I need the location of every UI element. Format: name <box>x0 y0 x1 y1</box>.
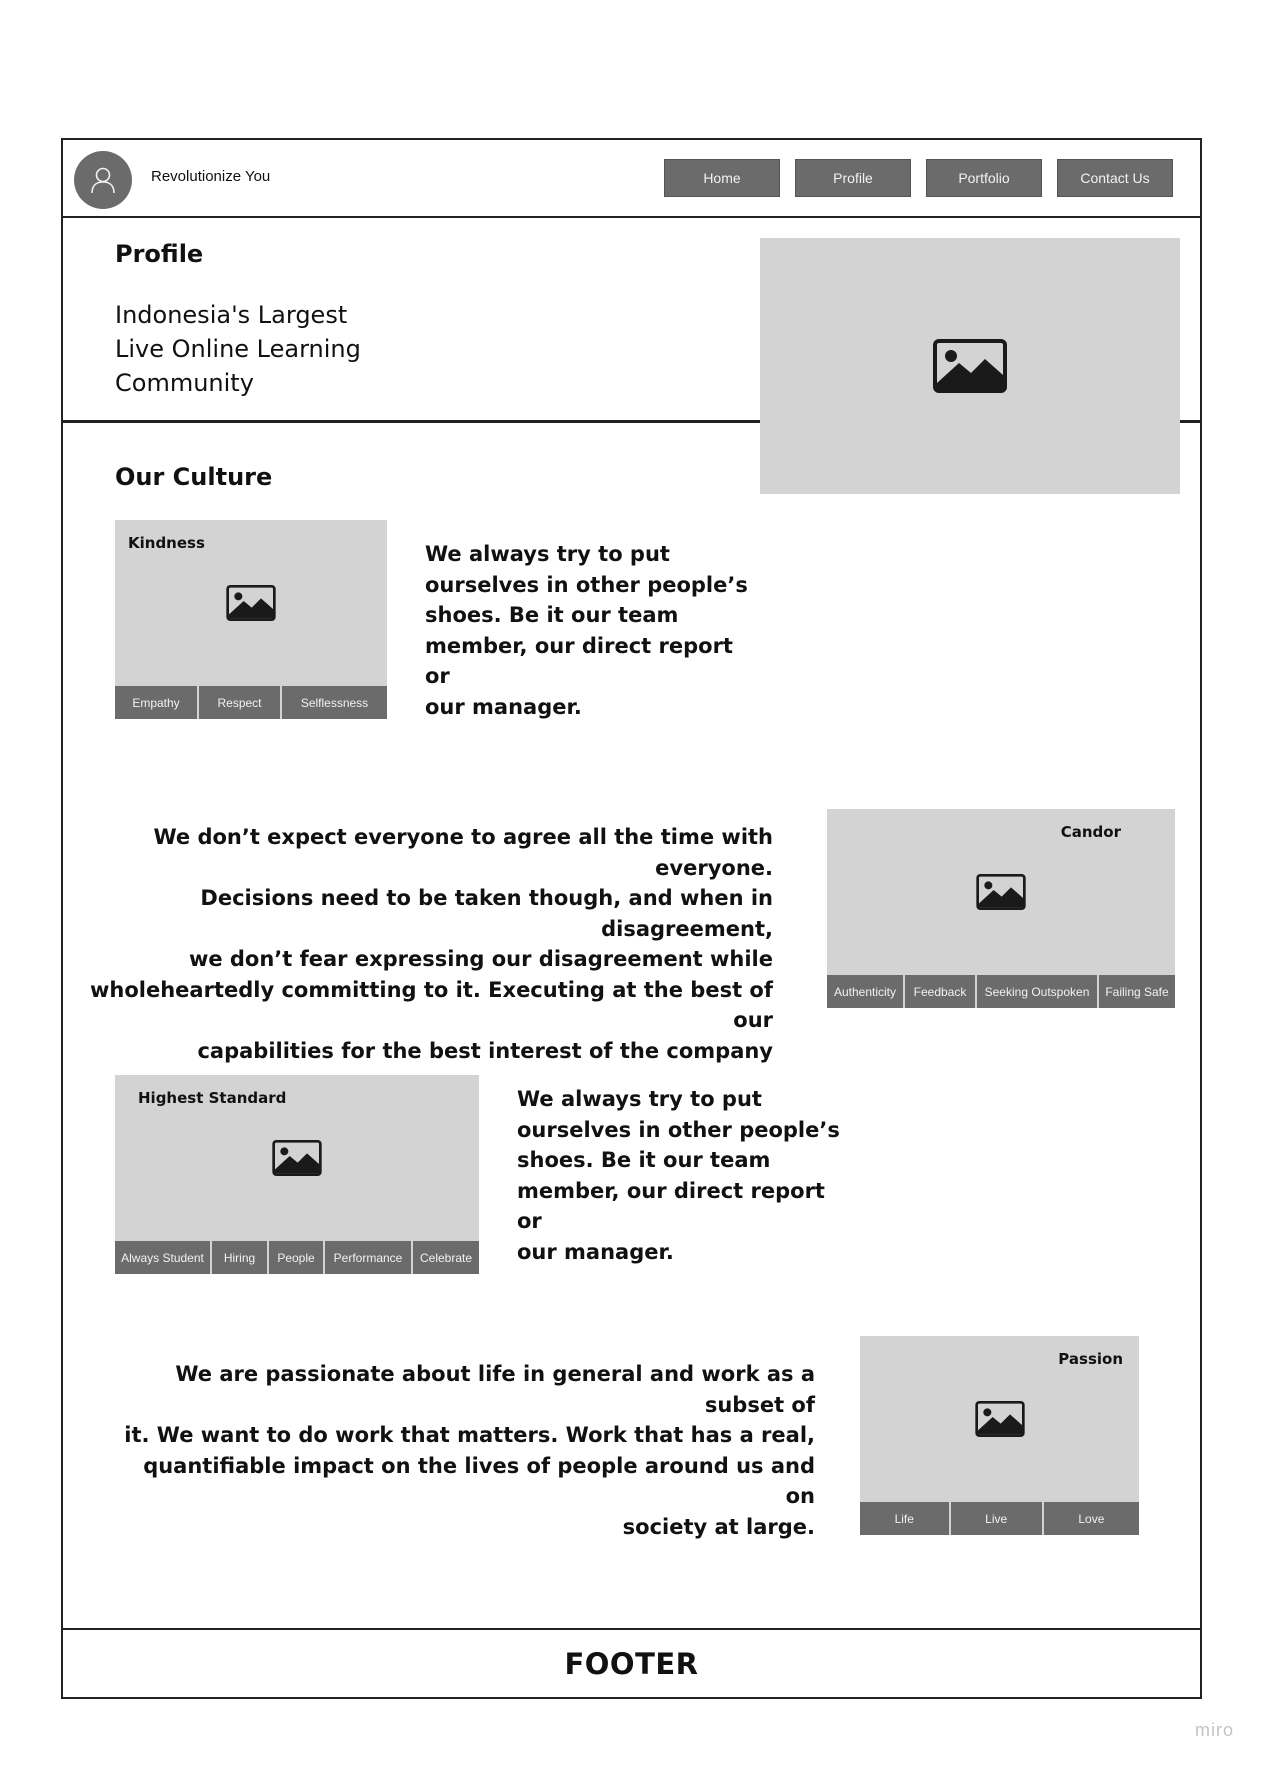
footer: FOOTER <box>63 1628 1200 1697</box>
description-line: We always try to put <box>517 1087 762 1111</box>
description-line: shoes. Be it our team <box>425 603 679 627</box>
card-description: We always try to put ourselves in other … <box>517 1084 857 1267</box>
tag-button[interactable]: People <box>269 1241 323 1274</box>
tag-button[interactable]: Love <box>1043 1502 1140 1535</box>
card-image-placeholder <box>827 872 1175 912</box>
description-line: our manager. <box>517 1239 674 1264</box>
image-icon <box>933 339 1007 393</box>
tag-button[interactable]: Selflessness <box>282 686 387 719</box>
nav-contact-button[interactable]: Contact Us <box>1057 159 1173 197</box>
tag-button[interactable]: Always Student <box>115 1241 210 1274</box>
tag-button[interactable]: Seeking Outspoken <box>977 975 1097 1008</box>
culture-card-highest-standard: Highest Standard Always Student Hiring P… <box>115 1075 479 1274</box>
header: Revolutionize You Home Profile Portfolio… <box>63 140 1200 218</box>
tag-button[interactable]: Feedback <box>905 975 975 1008</box>
page-title: Profile <box>115 240 204 268</box>
tag-bar: Life Live Love <box>860 1502 1140 1535</box>
description-line: it. We want to do work that matters. Wor… <box>124 1423 815 1447</box>
tag-button[interactable]: Performance <box>325 1241 411 1274</box>
card-description: We don’t expect everyone to agree all th… <box>83 822 773 1066</box>
page-frame: Revolutionize You Home Profile Portfolio… <box>61 138 1202 1699</box>
tag-bar: Empathy Respect Selflessness <box>115 686 387 719</box>
section-title: Our Culture <box>115 463 273 491</box>
tag-bar: Authenticity Feedback Seeking Outspoken … <box>827 975 1175 1008</box>
card-description: We are passionate about life in general … <box>123 1359 815 1542</box>
description-line: We don’t expect everyone to agree all th… <box>153 825 773 880</box>
image-icon <box>974 1401 1025 1437</box>
description-line: shoes. Be it our team <box>517 1148 771 1172</box>
description-line: capabilities for the best interest of th… <box>197 1038 773 1063</box>
culture-card-kindness: Kindness Empathy Respect Selflessness <box>115 520 387 719</box>
tag-button[interactable]: Life <box>860 1502 949 1535</box>
description-line: ourselves in other people’s <box>425 572 748 597</box>
card-image-placeholder <box>860 1399 1139 1439</box>
image-icon <box>226 585 276 621</box>
description-line: member, our direct report or <box>517 1178 825 1234</box>
tag-button[interactable]: Empathy <box>115 686 197 719</box>
nav-home-button[interactable]: Home <box>664 159 780 197</box>
description-line: society at large. <box>622 1514 815 1539</box>
card-image-placeholder <box>115 583 387 623</box>
nav-portfolio-button[interactable]: Portfolio <box>926 159 1042 197</box>
culture-card-passion: Passion Life Live Love <box>860 1336 1140 1535</box>
tag-button[interactable]: Hiring <box>212 1241 267 1274</box>
avatar[interactable] <box>74 151 132 209</box>
tag-button[interactable]: Respect <box>199 686 280 719</box>
tag-button[interactable]: Authenticity <box>827 975 903 1008</box>
tag-button[interactable]: Failing Safe <box>1099 975 1175 1008</box>
footer-label: FOOTER <box>564 1646 699 1681</box>
description-line: quantifiable impact on the lives of peop… <box>143 1453 815 1509</box>
hero-subtitle-line: Community <box>115 369 254 397</box>
nav-profile-button[interactable]: Profile <box>795 159 911 197</box>
tag-button[interactable]: Celebrate <box>413 1241 479 1274</box>
description-line: We are passionate about life in general … <box>175 1362 815 1417</box>
culture-card-candor: Candor Authenticity Feedback Seeking Out… <box>827 809 1175 1008</box>
description-line: We always try to put <box>425 542 670 566</box>
user-icon <box>91 167 115 194</box>
description-line: member, our direct report or <box>425 633 733 689</box>
card-description: We always try to put ourselves in other … <box>425 539 765 722</box>
hero-subtitle-line: Live Online Learning <box>115 335 361 363</box>
card-title: Candor <box>1060 823 1121 841</box>
brand-name: Revolutionize You <box>151 168 271 185</box>
card-image-placeholder <box>115 1138 479 1178</box>
description-line: wholeheartedly committing to it. Executi… <box>90 977 773 1033</box>
description-line: Decisions need to be taken though, and w… <box>200 886 773 941</box>
description-line: our manager. <box>425 694 582 719</box>
description-line: we don’t fear expressing our disagreemen… <box>188 947 773 971</box>
card-title: Kindness <box>128 534 205 552</box>
hero-image-placeholder <box>760 238 1180 494</box>
tag-button[interactable]: Live <box>950 1502 1042 1535</box>
tag-bar: Always Student Hiring People Performance… <box>115 1241 479 1274</box>
card-title: Passion <box>1058 1350 1123 1368</box>
hero-subtitle: Indonesia's Largest Live Online Learning… <box>115 298 435 400</box>
hero-subtitle-line: Indonesia's Largest <box>115 301 348 329</box>
image-icon <box>976 874 1026 910</box>
image-icon <box>272 1140 322 1176</box>
description-line: ourselves in other people’s <box>517 1117 840 1142</box>
card-title: Highest Standard <box>138 1089 287 1107</box>
miro-watermark: miro <box>1195 1720 1234 1740</box>
